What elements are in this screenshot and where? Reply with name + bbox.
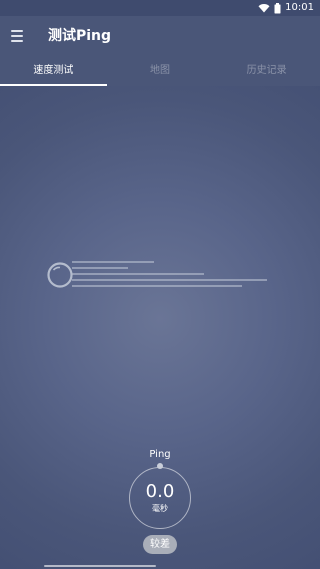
menu-icon-line — [11, 40, 23, 42]
ping-label: Ping — [149, 449, 171, 460]
status-icons: 10:01 — [258, 1, 314, 15]
home-indicator — [44, 565, 156, 567]
app-title: 测试Ping — [48, 28, 112, 44]
menu-icon-line — [11, 35, 23, 37]
tab-history[interactable]: 历史记录 — [213, 56, 320, 86]
tab-map[interactable]: 地图 — [107, 56, 214, 86]
rocket-speed-icon — [47, 261, 267, 288]
tab-speed-test[interactable]: 速度测试 — [0, 56, 107, 86]
tab-bar: 速度测试 地图 历史记录 — [0, 56, 320, 86]
app-bar: 测试Ping — [0, 16, 320, 56]
gauge-knob-icon — [157, 463, 163, 469]
status-time: 10:01 — [285, 2, 314, 13]
menu-icon[interactable] — [9, 27, 27, 45]
battery-icon — [274, 2, 281, 13]
ping-value: 0.0 — [145, 481, 175, 502]
quality-badge: 较差 — [143, 535, 177, 554]
ping-unit: 毫秒 — [152, 504, 168, 513]
app-screen: 10:01 测试Ping 速度测试 地图 历史记录 Ping 0.0 毫秒 较差 — [0, 0, 320, 569]
wifi-icon — [258, 4, 270, 13]
status-bar: 10:01 — [0, 0, 320, 16]
menu-icon-line — [11, 30, 23, 32]
